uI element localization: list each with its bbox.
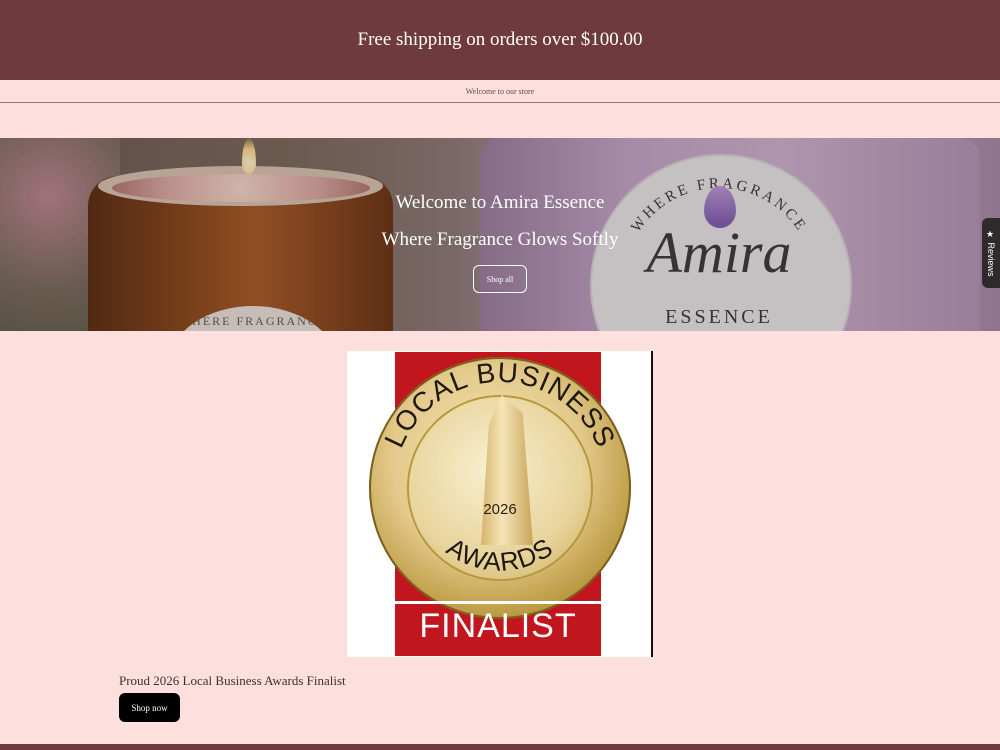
award-image: LOCAL BUSINESS AWARDS 2026 FINALIST [347, 351, 653, 657]
shop-all-button[interactable]: Shop all [473, 265, 527, 293]
award-border [651, 351, 653, 657]
announcement-bar: Free shipping on orders over $100.00 [0, 0, 1000, 80]
reviews-tab-label: ★ Reviews [986, 229, 996, 277]
award-arc-text: LOCAL BUSINESS [378, 357, 620, 452]
award-bottom-arc-text: AWARDS [442, 532, 558, 577]
announcement-text: Free shipping on orders over $100.00 [357, 29, 643, 50]
welcome-text: Welcome to our store [465, 86, 535, 96]
award-year: 2026 [483, 501, 517, 518]
award-caption: Proud 2026 Local Business Awards Finalis… [119, 673, 346, 688]
svg-text:LOCAL BUSINESS: LOCAL BUSINESS [378, 357, 621, 452]
hero-subtitle: Where Fragrance Glows Softly [381, 229, 619, 250]
hero-banner: WHERE FRAGRANCE WHERE FRAGRANCE Amira ES… [0, 138, 1000, 331]
hero-title: Welcome to Amira Essence [395, 192, 605, 213]
shop-now-button[interactable]: Shop now [119, 693, 180, 722]
footer-bar [0, 744, 1000, 750]
reviews-tab[interactable]: ★ Reviews [982, 218, 1000, 288]
welcome-strip: Welcome to our store [0, 80, 1000, 103]
award-arc: LOCAL BUSINESS AWARDS [378, 357, 621, 577]
svg-text:AWARDS: AWARDS [442, 532, 559, 577]
award-finalist-text: FINALIST [395, 601, 601, 648]
